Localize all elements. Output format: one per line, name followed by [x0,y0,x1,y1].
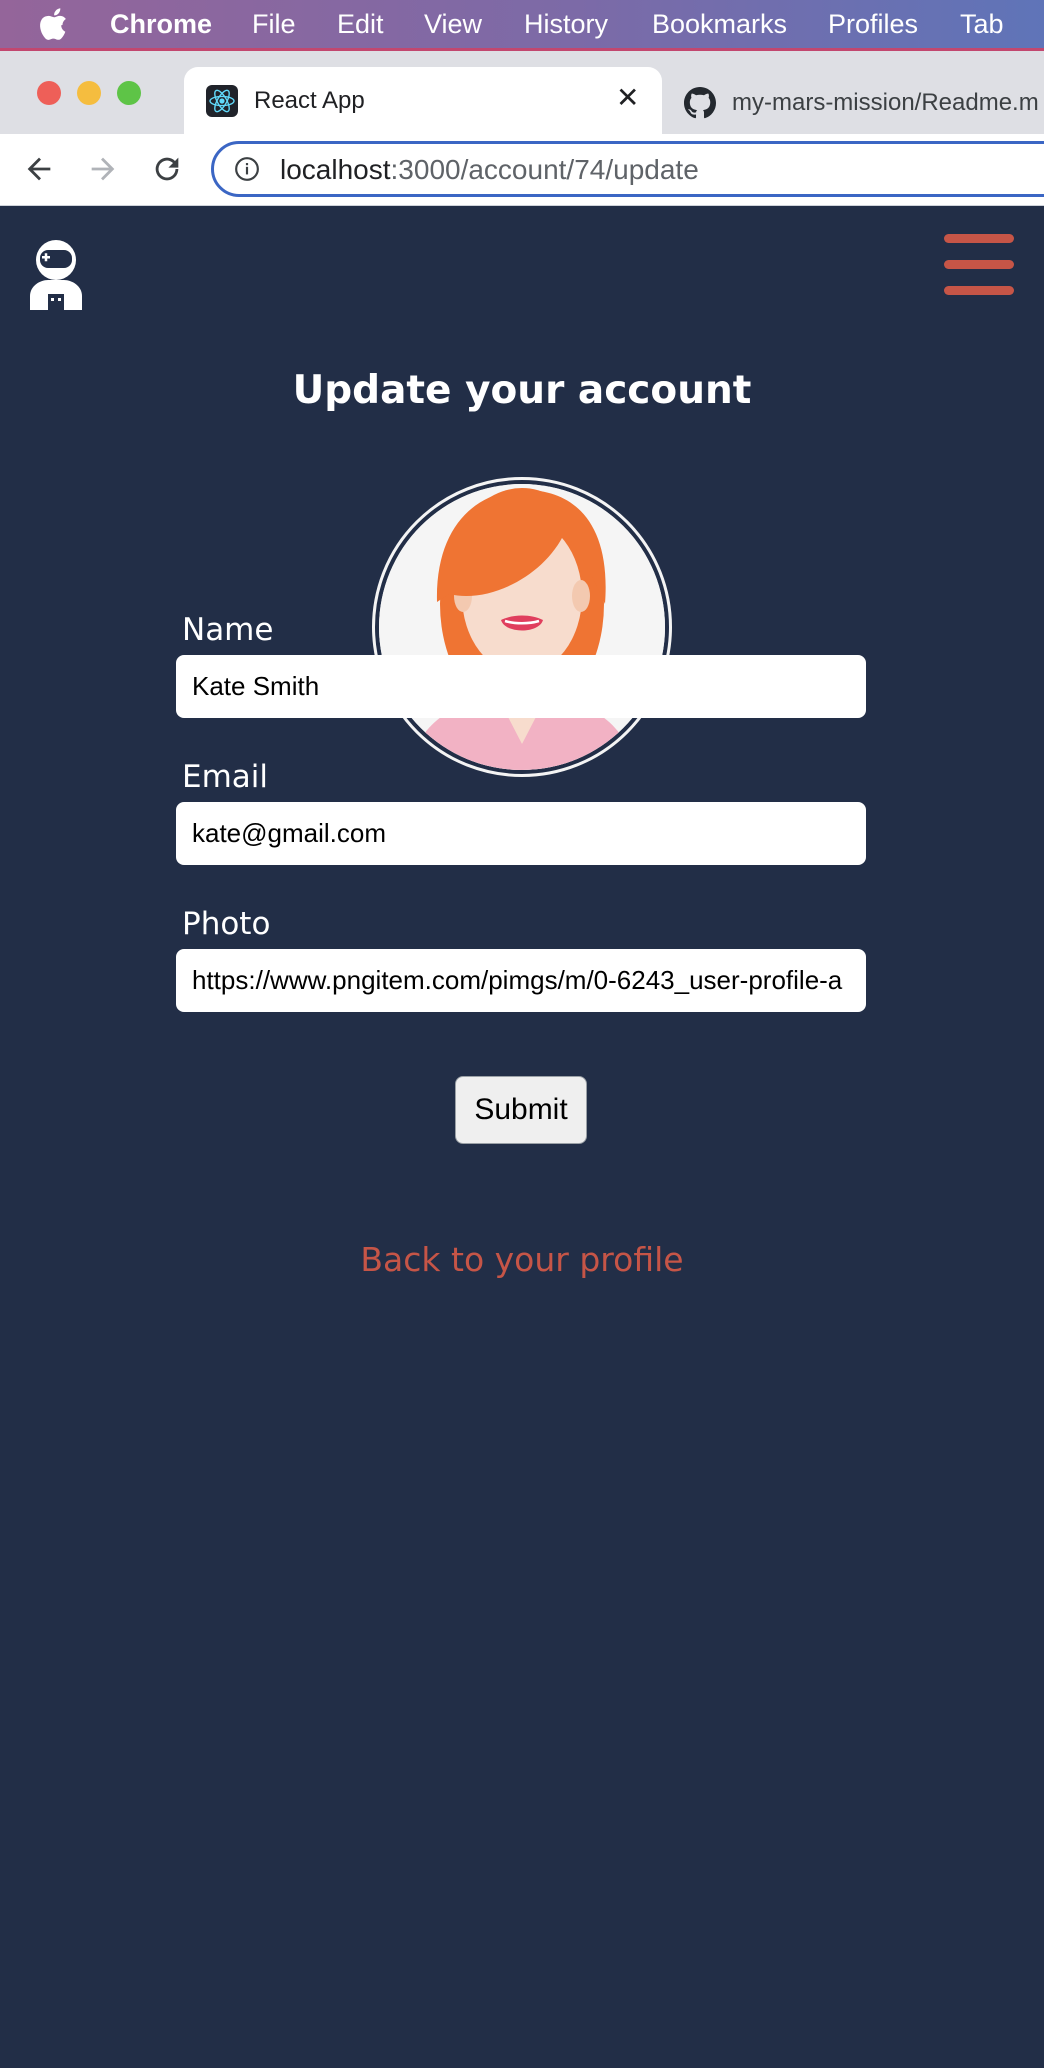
menu-history[interactable]: History [524,9,608,40]
menu-file[interactable]: File [252,9,296,40]
address-bar[interactable]: localhost:3000/account/74/update [211,141,1044,197]
astronaut-logo-icon[interactable] [24,238,88,310]
menu-edit[interactable]: Edit [337,9,384,40]
tab-title-github[interactable]: my-mars-mission/Readme.m [732,89,1039,117]
zoom-window-button[interactable] [117,81,141,105]
reload-icon[interactable] [150,152,184,186]
photo-url-input[interactable] [176,949,866,1012]
url-host: localhost [280,154,391,185]
profile-avatar [372,477,672,777]
tab-react-app[interactable]: React App ✕ [184,67,662,137]
email-label: Email [182,759,269,795]
hamburger-menu-icon[interactable] [944,234,1014,296]
macos-menu-bar: Chrome File Edit View History Bookmarks … [0,0,1044,48]
info-icon[interactable] [234,156,260,182]
photo-label: Photo [182,906,271,942]
url-text: localhost:3000/account/74/update [280,154,699,186]
menu-view[interactable]: View [424,9,482,40]
woman-avatar-illustration [379,484,665,770]
menu-bookmarks[interactable]: Bookmarks [652,9,787,40]
browser-tab-strip: React App ✕ my-mars-mission/Readme.m [0,48,1044,137]
menu-app-name[interactable]: Chrome [110,9,212,40]
name-label: Name [182,612,274,648]
page-content: Update your account Name Email Photo Sub… [0,206,1044,2068]
github-icon [684,87,716,119]
tab-title: React App [254,87,365,114]
submit-button[interactable]: Submit [455,1076,587,1144]
forward-arrow-icon[interactable] [86,152,120,186]
react-icon [206,85,238,117]
apple-logo-icon[interactable] [38,7,68,41]
name-input[interactable] [176,655,866,718]
menu-tab[interactable]: Tab [960,9,1004,40]
back-to-profile-link[interactable]: Back to your profile [0,1240,1044,1279]
url-path: :3000/account/74/update [390,154,699,185]
close-tab-icon[interactable]: ✕ [616,81,639,114]
minimize-window-button[interactable] [77,81,101,105]
menu-profiles[interactable]: Profiles [828,9,918,40]
close-window-button[interactable] [37,81,61,105]
browser-toolbar: localhost:3000/account/74/update [0,134,1044,206]
email-input[interactable] [176,802,866,865]
back-arrow-icon[interactable] [22,152,56,186]
page-title: Update your account [292,368,752,413]
